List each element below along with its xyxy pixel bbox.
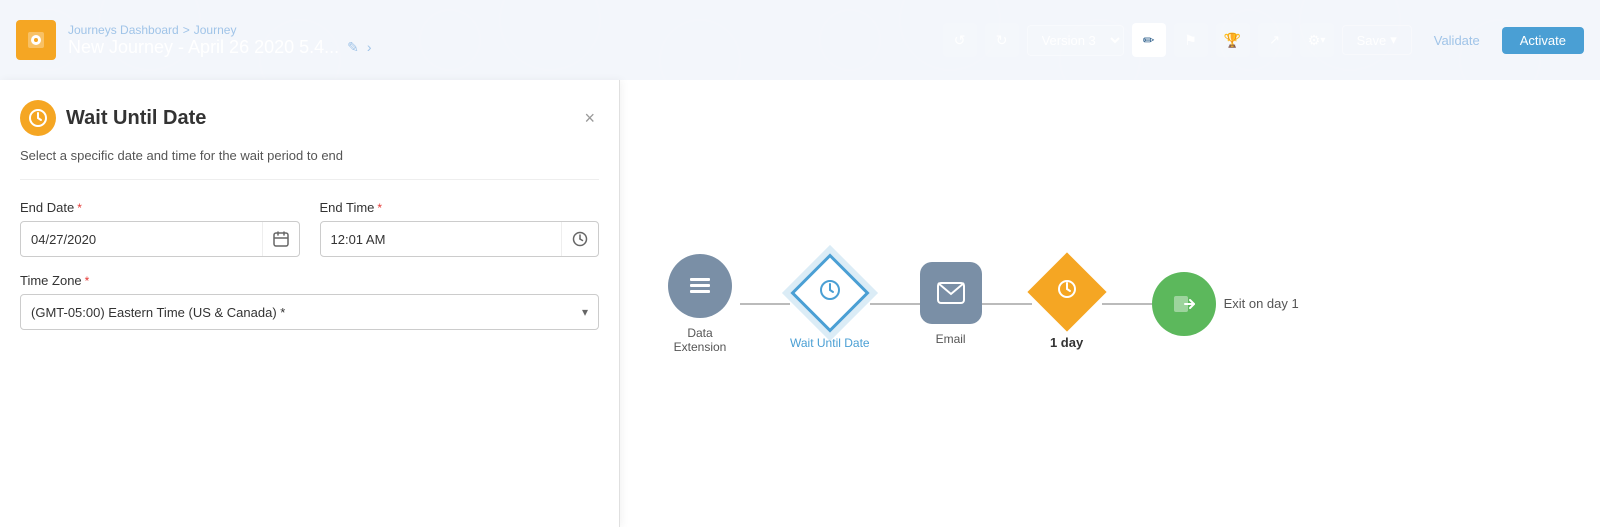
save-button[interactable]: Save ▾ bbox=[1342, 25, 1412, 55]
save-dropdown-icon: ▾ bbox=[1390, 32, 1397, 48]
gear-dropdown-icon: ▾ bbox=[1320, 35, 1325, 46]
email-icon bbox=[920, 262, 982, 324]
app-logo bbox=[16, 20, 56, 60]
end-time-input[interactable] bbox=[321, 224, 562, 255]
activate-label: Activate bbox=[1520, 33, 1566, 48]
breadcrumb-link[interactable]: Journeys Dashboard bbox=[68, 23, 179, 37]
connector-2 bbox=[870, 303, 920, 305]
timezone-dropdown-icon: ▾ bbox=[582, 305, 588, 319]
export-button[interactable]: ↗ bbox=[1258, 23, 1292, 57]
validate-label: Validate bbox=[1434, 33, 1480, 48]
timezone-select[interactable]: (GMT-05:00) Eastern Time (US & Canada) *… bbox=[20, 294, 599, 330]
header: Journeys Dashboard > Journey New Journey… bbox=[0, 0, 1600, 80]
wait-clock-icon bbox=[818, 278, 842, 308]
one-day-diamond bbox=[1027, 252, 1106, 331]
main-area: Wait Until Date × Select a specific date… bbox=[0, 80, 1600, 527]
pen-icon: ✏ bbox=[1143, 32, 1155, 49]
gear-icon: ⚙ bbox=[1308, 32, 1321, 49]
timezone-label: Time Zone * bbox=[20, 273, 599, 288]
timezone-required: * bbox=[85, 274, 90, 288]
header-actions: ↺ ↻ Version 3 ✏ ⚑ 🏆 ↗ ⚙ ▾ Save ▾ Validat… bbox=[943, 23, 1584, 57]
redo-icon: ↻ bbox=[996, 32, 1008, 49]
wait-until-date-diamond-wrapper bbox=[795, 258, 865, 328]
exit-label: Exit on day 1 bbox=[1224, 296, 1299, 311]
gear-button[interactable]: ⚙ ▾ bbox=[1300, 23, 1334, 57]
end-time-input-wrapper[interactable] bbox=[320, 221, 600, 257]
exit-node[interactable]: Exit on day 1 bbox=[1152, 272, 1299, 336]
journey-name: New Journey - April 26 2020 5.4... bbox=[68, 37, 339, 58]
panel-title: Wait Until Date bbox=[66, 107, 206, 130]
redo-button[interactable]: ↻ bbox=[985, 23, 1019, 57]
breadcrumb: Journeys Dashboard > Journey New Journey… bbox=[68, 23, 372, 58]
timezone-group: Time Zone * (GMT-05:00) Eastern Time (US… bbox=[20, 273, 599, 330]
header-left: Journeys Dashboard > Journey New Journey… bbox=[16, 20, 943, 60]
version-select[interactable]: Version 3 bbox=[1027, 25, 1124, 56]
validate-button[interactable]: Validate bbox=[1420, 27, 1494, 54]
journey-canvas[interactable]: Data Extension bbox=[620, 80, 1600, 527]
one-day-label: 1 day bbox=[1050, 335, 1083, 350]
chevron-right-icon[interactable]: › bbox=[367, 39, 372, 55]
panel-title-area: Wait Until Date bbox=[20, 100, 206, 136]
connector-3 bbox=[982, 303, 1032, 305]
undo-icon: ↺ bbox=[954, 32, 966, 49]
panel-close-button[interactable]: × bbox=[580, 104, 599, 133]
end-time-label: End Time * bbox=[320, 200, 600, 215]
breadcrumb-separator: > bbox=[183, 23, 190, 37]
end-date-label: End Date * bbox=[20, 200, 300, 215]
data-extension-label: Data Extension bbox=[660, 326, 740, 354]
panel-subtitle: Select a specific date and time for the … bbox=[20, 148, 599, 180]
email-label: Email bbox=[936, 332, 966, 346]
connector-4 bbox=[1102, 303, 1152, 305]
wait-until-date-diamond bbox=[790, 253, 869, 332]
end-date-input[interactable] bbox=[21, 224, 262, 255]
edit-mode-button[interactable]: ✏ bbox=[1132, 23, 1166, 57]
panel-icon bbox=[20, 100, 56, 136]
calendar-icon bbox=[262, 222, 299, 256]
breadcrumb-sub: Journey bbox=[194, 23, 237, 37]
data-extension-icon bbox=[668, 254, 732, 318]
breadcrumb-main: New Journey - April 26 2020 5.4... ✎ › bbox=[68, 37, 372, 58]
save-label: Save bbox=[1357, 33, 1387, 48]
end-date-required: * bbox=[77, 201, 82, 215]
wait-until-date-node[interactable]: Wait Until Date bbox=[790, 258, 870, 350]
panel-header: Wait Until Date × bbox=[20, 100, 599, 136]
edit-icon[interactable]: ✎ bbox=[347, 39, 359, 56]
date-time-row: End Date * bbox=[20, 200, 599, 257]
data-extension-node[interactable]: Data Extension bbox=[660, 254, 740, 354]
connector-1 bbox=[740, 303, 790, 305]
breadcrumb-top: Journeys Dashboard > Journey bbox=[68, 23, 372, 37]
end-time-required: * bbox=[377, 201, 382, 215]
clock-icon bbox=[561, 222, 598, 256]
end-date-input-wrapper[interactable] bbox=[20, 221, 300, 257]
one-day-clock-icon bbox=[1056, 278, 1078, 306]
end-time-group: End Time * bbox=[320, 200, 600, 257]
wait-until-date-label: Wait Until Date bbox=[790, 336, 870, 350]
flag-button[interactable]: ⚑ bbox=[1174, 23, 1208, 57]
journey-flow: Data Extension bbox=[660, 254, 1299, 354]
activate-button[interactable]: Activate bbox=[1502, 27, 1584, 54]
one-day-node[interactable]: 1 day bbox=[1032, 257, 1102, 350]
email-node[interactable]: Email bbox=[920, 262, 982, 346]
trophy-icon: 🏆 bbox=[1224, 32, 1241, 49]
timezone-value: (GMT-05:00) Eastern Time (US & Canada) * bbox=[31, 305, 285, 320]
end-date-group: End Date * bbox=[20, 200, 300, 257]
export-icon: ↗ bbox=[1269, 32, 1280, 48]
one-day-diamond-wrapper bbox=[1032, 257, 1102, 327]
trophy-button[interactable]: 🏆 bbox=[1216, 23, 1250, 57]
wait-until-date-panel: Wait Until Date × Select a specific date… bbox=[0, 80, 620, 527]
flag-icon: ⚑ bbox=[1184, 32, 1197, 49]
undo-button[interactable]: ↺ bbox=[943, 23, 977, 57]
exit-icon bbox=[1152, 272, 1216, 336]
